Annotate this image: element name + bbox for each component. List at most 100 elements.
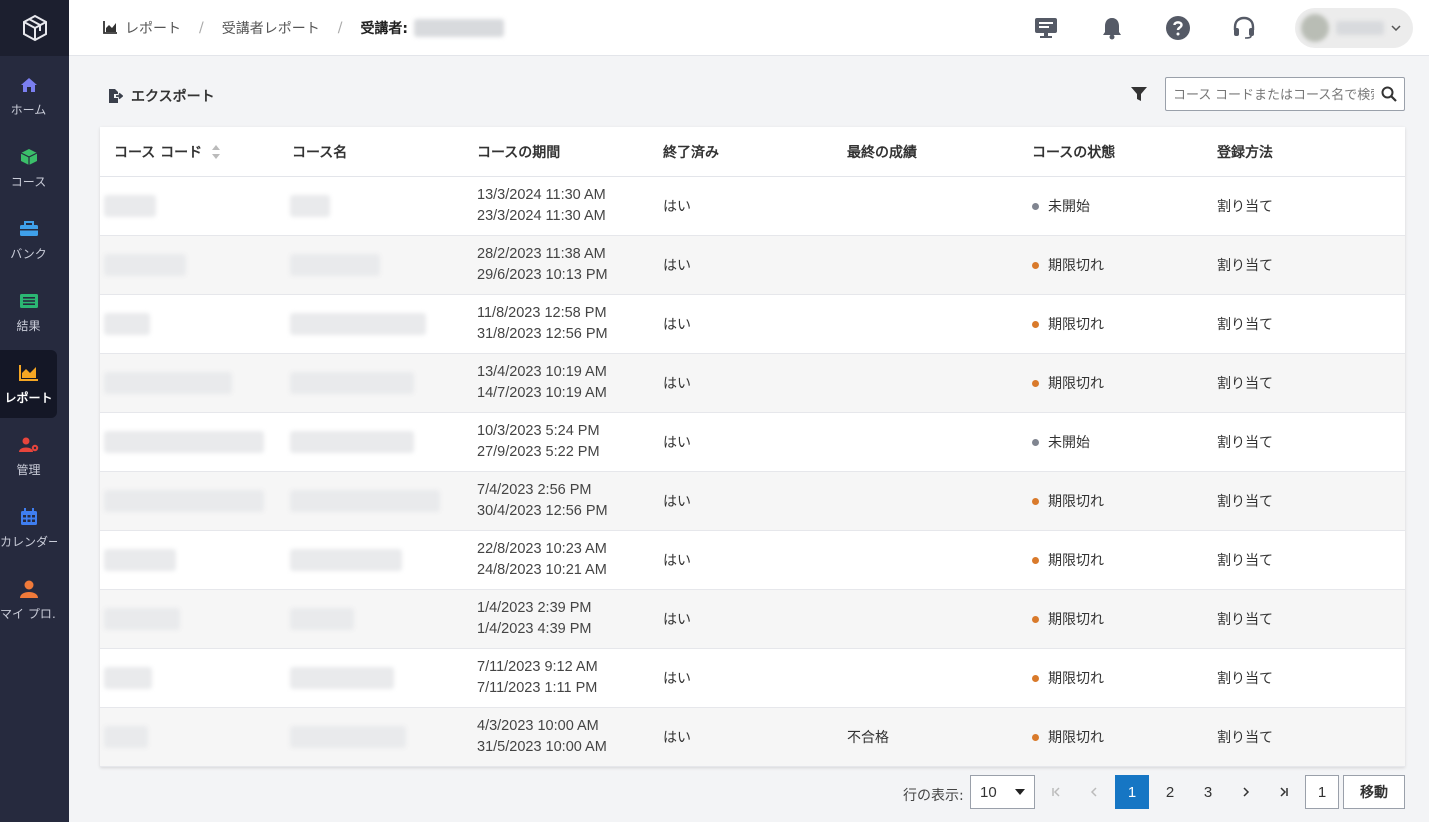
sidebar-item-reports[interactable]: レポート bbox=[0, 350, 57, 418]
sidebar-item-label: コース bbox=[10, 174, 47, 189]
course-code-redacted bbox=[104, 195, 156, 217]
cell-course-name bbox=[290, 354, 414, 412]
sidebar-item-home[interactable]: ホーム bbox=[0, 62, 57, 130]
table-row[interactable]: 10/3/2023 5:24 PM 27/9/2023 5:22 PM はい 未開始 割… bbox=[100, 413, 1405, 472]
breadcrumb-separator: / bbox=[337, 19, 343, 36]
table-row[interactable]: 4/3/2023 10:00 AM 31/5/2023 10:00 AM はい 不合格… bbox=[100, 708, 1405, 767]
goto-page-input[interactable]: 1 bbox=[1305, 775, 1339, 809]
course-name-redacted bbox=[290, 549, 402, 571]
app-logo[interactable] bbox=[0, 0, 69, 56]
breadcrumb-learner-report[interactable]: 受講者レポート bbox=[222, 18, 320, 38]
search-button[interactable] bbox=[1374, 86, 1404, 102]
period-start: 10/3/2023 5:24 PM bbox=[477, 423, 600, 439]
export-button[interactable]: エクスポート bbox=[108, 86, 215, 106]
period-start: 4/3/2023 10:00 AM bbox=[477, 718, 599, 734]
message-button[interactable] bbox=[1031, 13, 1061, 43]
cell-course-name bbox=[290, 649, 394, 707]
table-row[interactable]: 7/4/2023 2:56 PM 30/4/2023 12:56 PM はい 期限切れ… bbox=[100, 472, 1405, 531]
period-start: 28/2/2023 11:38 AM bbox=[477, 246, 606, 262]
period-start: 1/4/2023 2:39 PM bbox=[477, 600, 592, 616]
course-name-redacted bbox=[290, 608, 354, 630]
period-start: 13/4/2023 10:19 AM bbox=[477, 364, 607, 380]
status-badge: 未開始 bbox=[1032, 196, 1090, 216]
page-button[interactable]: 2 bbox=[1153, 775, 1187, 809]
period-end: 1/4/2023 4:39 PM bbox=[477, 621, 592, 637]
goto-page-button[interactable]: 移動 bbox=[1343, 775, 1405, 809]
course-code-redacted bbox=[104, 313, 150, 335]
status-dot bbox=[1032, 615, 1039, 623]
page-button[interactable]: 1 bbox=[1115, 775, 1149, 809]
cell-course-code bbox=[104, 177, 156, 235]
cell-enroll-method: 割り当て bbox=[1217, 612, 1273, 628]
sidebar-item-my-profile[interactable]: マイ プロ… bbox=[0, 566, 57, 634]
prev-page-button[interactable] bbox=[1077, 775, 1111, 809]
cell-completed: はい bbox=[663, 730, 691, 746]
rows-per-page-value: 10 bbox=[980, 783, 997, 801]
support-button[interactable] bbox=[1229, 13, 1259, 43]
status-text: 未開始 bbox=[1048, 199, 1090, 215]
course-name-redacted bbox=[290, 490, 440, 512]
search-input[interactable] bbox=[1166, 86, 1374, 102]
sidebar-item-label: 結果 bbox=[16, 318, 41, 333]
cell-course-code bbox=[104, 295, 150, 353]
header-course-code[interactable]: コース コード bbox=[114, 127, 221, 177]
help-icon bbox=[1166, 16, 1190, 40]
sidebar-item-label: バンク bbox=[10, 246, 47, 261]
sidebar-item-calendar[interactable]: カレンダー bbox=[0, 494, 57, 562]
cell-course-period: 11/8/2023 12:58 PM 31/8/2023 12:56 PM bbox=[477, 295, 608, 353]
rows-per-page-select[interactable]: 10 bbox=[970, 775, 1035, 809]
last-page-button[interactable] bbox=[1267, 775, 1301, 809]
cell-enroll-method: 割り当て bbox=[1217, 730, 1273, 746]
table-row[interactable]: 13/4/2023 10:19 AM 14/7/2023 10:19 AM はい 期限… bbox=[100, 354, 1405, 413]
sidebar-item-label: 管理 bbox=[16, 462, 41, 477]
breadcrumb-report[interactable]: レポート bbox=[125, 18, 181, 38]
user-menu[interactable] bbox=[1295, 8, 1413, 48]
table-row[interactable]: 7/11/2023 9:12 AM 7/11/2023 1:11 PM はい 期限切れ… bbox=[100, 649, 1405, 708]
table-icon bbox=[19, 291, 39, 311]
cell-course-period: 13/3/2024 11:30 AM 23/3/2024 11:30 AM bbox=[477, 177, 606, 235]
sidebar: ホームコースバンク結果レポート管理カレンダーマイ プロ… bbox=[0, 0, 69, 822]
next-page-button[interactable] bbox=[1229, 775, 1263, 809]
table-row[interactable]: 11/8/2023 12:58 PM 31/8/2023 12:56 PM はい 期限… bbox=[100, 295, 1405, 354]
notifications-button[interactable] bbox=[1097, 13, 1127, 43]
cell-course-code bbox=[104, 649, 152, 707]
period-end: 31/8/2023 12:56 PM bbox=[477, 326, 608, 342]
filter-button[interactable] bbox=[1130, 85, 1150, 105]
page-button[interactable]: 3 bbox=[1191, 775, 1225, 809]
cell-course-code bbox=[104, 708, 148, 766]
cell-course-code bbox=[104, 236, 186, 294]
learner-name-redacted bbox=[414, 18, 505, 37]
status-text: 期限切れ bbox=[1048, 376, 1104, 392]
sidebar-item-bank[interactable]: バンク bbox=[0, 206, 57, 274]
status-badge: 期限切れ bbox=[1032, 550, 1104, 570]
cube-logo-icon bbox=[22, 14, 47, 42]
table-row[interactable]: 28/2/2023 11:38 AM 29/6/2023 10:13 PM はい 期限… bbox=[100, 236, 1405, 295]
cell-course-code bbox=[104, 472, 264, 530]
cell-course-name bbox=[290, 295, 426, 353]
cell-enroll-method: 割り当て bbox=[1217, 199, 1273, 215]
header-course-period: コースの期間 bbox=[477, 145, 561, 161]
table-row[interactable]: 22/8/2023 10:23 AM 24/8/2023 10:21 AM はい 期限… bbox=[100, 531, 1405, 590]
bell-icon bbox=[1103, 18, 1121, 40]
cell-course-name bbox=[290, 472, 440, 530]
course-name-redacted bbox=[290, 431, 414, 453]
cell-course-period: 7/11/2023 9:12 AM 7/11/2023 1:11 PM bbox=[477, 649, 598, 707]
home-icon bbox=[19, 75, 39, 95]
first-page-button[interactable] bbox=[1039, 775, 1073, 809]
table-row[interactable]: 13/3/2024 11:30 AM 23/3/2024 11:30 AM はい 未開… bbox=[100, 177, 1405, 236]
cell-course-status: 期限切れ bbox=[1032, 295, 1104, 353]
sidebar-item-results[interactable]: 結果 bbox=[0, 278, 57, 346]
search-icon bbox=[1381, 86, 1397, 102]
status-dot bbox=[1032, 202, 1039, 210]
status-text: 期限切れ bbox=[1048, 553, 1104, 569]
sidebar-item-admin[interactable]: 管理 bbox=[0, 422, 57, 490]
cell-completed: はい bbox=[663, 612, 691, 628]
help-button[interactable] bbox=[1163, 13, 1193, 43]
cell-course-name bbox=[290, 590, 354, 648]
period-end: 31/5/2023 10:00 AM bbox=[477, 739, 607, 755]
status-badge: 期限切れ bbox=[1032, 255, 1104, 275]
status-dot bbox=[1032, 733, 1039, 741]
sidebar-item-courses[interactable]: コース bbox=[0, 134, 57, 202]
table-row[interactable]: 1/4/2023 2:39 PM 1/4/2023 4:39 PM はい 期限切れ 割り… bbox=[100, 590, 1405, 649]
header-final-grade: 最終の成績 bbox=[847, 145, 917, 161]
